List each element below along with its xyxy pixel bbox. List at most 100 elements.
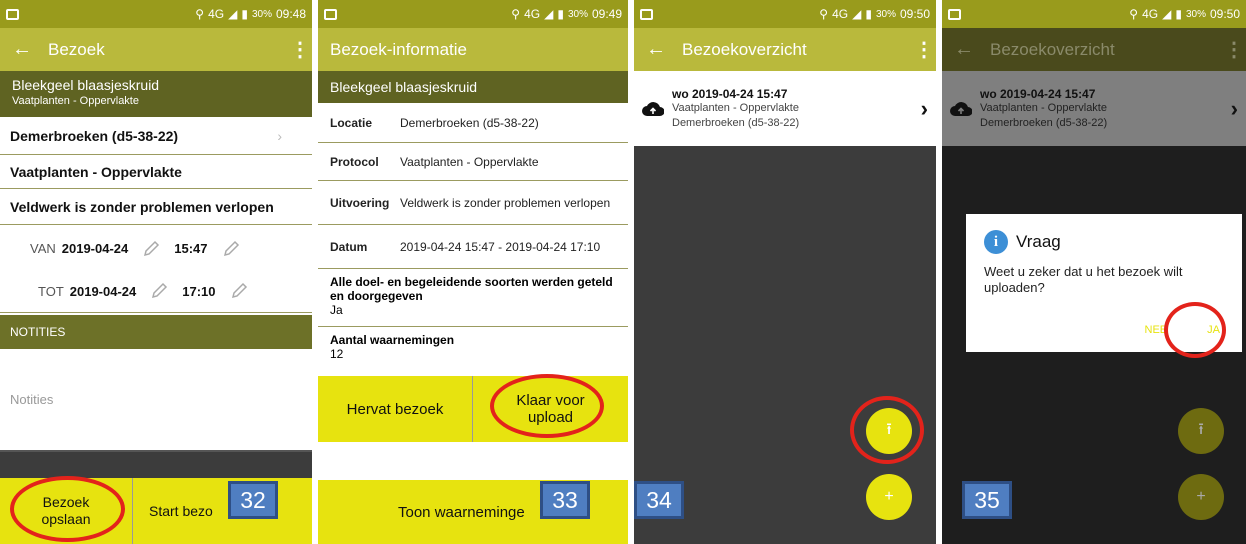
status-bar: ⚲ 4G ◢ ▮ 30% 09:49 (318, 0, 628, 28)
notification-icon (948, 8, 961, 20)
start-visit-label: Start bezo (149, 503, 213, 519)
visit-protocol: Vaatplanten - Oppervlakte (672, 101, 799, 114)
from-row: VAN 2019-04-24 15:47 (0, 227, 312, 270)
back-arrow-icon[interactable]: ← (12, 38, 32, 61)
battery-level: 30% (251, 8, 272, 20)
from-time: 15:47 (174, 241, 208, 256)
resume-visit-button[interactable]: Hervat bezoek (318, 376, 473, 442)
chevron-right-icon: › (1230, 95, 1238, 121)
info-key: Locatie (330, 115, 373, 130)
notes-header: NOTITIES (0, 315, 312, 349)
chevron-right-icon: › (277, 127, 282, 144)
to-row: TOT 2019-04-24 17:10 (0, 270, 312, 313)
battery-icon: ▮ (557, 7, 564, 21)
notes-input[interactable]: Notities (0, 349, 312, 452)
app-bar: ← Bezoekoverzicht ⋮ (634, 28, 936, 71)
page-title: Bezoekoverzicht (682, 39, 807, 59)
to-date: 2019-04-24 (69, 283, 137, 299)
info-key: Protocol (330, 154, 379, 169)
status-bar: ⚲ 4G ◢ ▮ 30% 09:50 (942, 0, 1246, 28)
clock: 09:50 (1209, 7, 1240, 21)
edit-date-pencil-icon[interactable] (150, 282, 168, 300)
to-time: 17:10 (182, 283, 216, 299)
cloud-upload-icon (642, 101, 664, 116)
network-label: 4G (1142, 7, 1159, 21)
location-icon: ⚲ (819, 7, 829, 21)
location-row[interactable]: Demerbroeken (d5-38-22) › (0, 117, 312, 155)
all-species-label: Alle doel- en begeleidende soorten werde… (330, 275, 613, 303)
plus-icon: + (884, 488, 894, 505)
plus-icon: + (1196, 488, 1206, 505)
highlight-circle (490, 374, 604, 438)
all-species-value: Ja (330, 303, 343, 317)
location-icon: ⚲ (511, 7, 521, 21)
info-row: Datum 2019-04-24 15:47 - 2019-04-24 17:1… (318, 225, 628, 269)
network-label: 4G (524, 7, 541, 21)
upload-fab: ⭱ (1178, 408, 1224, 454)
visit-location: Demerbroeken (d5-38-22) (980, 116, 1108, 129)
location-value: Demerbroeken (d5-38-22) (10, 127, 179, 144)
info-row: Uitvoering Veldwerk is zonder problemen … (318, 181, 628, 225)
cloud-upload-icon (950, 101, 972, 116)
overflow-menu-icon[interactable]: ⋮ (290, 37, 310, 62)
notification-icon (6, 8, 19, 20)
dialog-message: Weet u zeker dat u het bezoek wilt uploa… (984, 264, 1183, 295)
signal-icon: ◢ (544, 7, 554, 21)
back-arrow-icon[interactable]: ← (646, 38, 666, 61)
add-fab: + (1178, 474, 1224, 520)
species-header: Bleekgeel blaasjeskruid Vaatplanten - Op… (0, 71, 312, 117)
upload-icon: ⭱ (1198, 420, 1204, 438)
battery-level: 30% (875, 8, 896, 20)
info-key: Uitvoering (330, 195, 390, 210)
to-label: TOT (38, 283, 64, 299)
protocol-row[interactable]: Vaatplanten - Oppervlakte (0, 155, 312, 189)
battery-icon: ▮ (865, 7, 872, 21)
clock: 09:49 (591, 7, 622, 21)
step-badge: 33 (540, 481, 590, 519)
dialog-title-row: i Vraag (984, 230, 1224, 254)
dialog-title: Vraag (1016, 232, 1061, 251)
edit-date-pencil-icon[interactable] (142, 240, 160, 258)
clock: 09:48 (275, 7, 306, 21)
battery-icon: ▮ (241, 7, 248, 21)
info-value: 2019-04-24 15:47 - 2019-04-24 17:10 (400, 239, 601, 254)
notes-placeholder: Notities (10, 392, 54, 407)
location-icon: ⚲ (195, 7, 205, 21)
screen-bezoekoverzicht-dialog: ⚲ 4G ◢ ▮ 30% 09:50 ← Bezoekoverzicht ⋮ w… (942, 0, 1246, 544)
add-fab[interactable]: + (866, 474, 912, 520)
resume-visit-label: Hervat bezoek (346, 400, 444, 418)
start-visit-button[interactable]: Start bezo (133, 478, 312, 544)
show-observations-label: Toon waarneminge (398, 503, 525, 521)
observations-row: Aantal waarnemingen 12 (318, 327, 628, 369)
battery-level: 30% (1185, 8, 1206, 20)
screen-bezoek: ⚲ 4G ◢ ▮ 30% 09:48 ← Bezoek ⋮ Bleekgeel … (0, 0, 312, 544)
highlight-circle (1164, 302, 1226, 358)
status-bar: ⚲ 4G ◢ ▮ 30% 09:48 (0, 0, 312, 28)
info-row: Protocol Vaatplanten - Oppervlakte (318, 143, 628, 181)
from-label: VAN (30, 241, 56, 256)
signal-icon: ◢ (228, 7, 238, 21)
all-species-row: Alle doel- en begeleidende soorten werde… (318, 269, 628, 327)
tutorial-collage: ⚲ 4G ◢ ▮ 30% 09:48 ← Bezoek ⋮ Bleekgeel … (0, 0, 1246, 544)
edit-time-pencil-icon[interactable] (222, 240, 240, 258)
visit-list-item[interactable]: wo 2019-04-24 15:47 Vaatplanten - Opperv… (634, 71, 936, 146)
visit-date: wo 2019-04-24 15:47 (980, 86, 1096, 101)
clock: 09:50 (899, 7, 930, 21)
notification-icon (324, 8, 337, 20)
info-row: Locatie Demerbroeken (d5-38-22) (318, 103, 628, 143)
location-icon: ⚲ (1129, 7, 1139, 21)
info-value: Vaatplanten - Oppervlakte (400, 154, 539, 169)
overflow-menu-icon[interactable]: ⋮ (914, 37, 934, 62)
execution-row[interactable]: Veldwerk is zonder problemen verlopen (0, 189, 312, 225)
page-title: Bezoek (48, 39, 105, 59)
app-bar: ← Bezoek ⋮ (0, 28, 312, 71)
battery-level: 30% (567, 8, 588, 20)
observations-label: Aantal waarnemingen (330, 333, 455, 347)
back-arrow-icon: ← (954, 38, 974, 60)
signal-icon: ◢ (1162, 7, 1172, 21)
chevron-right-icon: › (920, 95, 928, 121)
info-key: Datum (330, 239, 368, 254)
species-subtitle: Vaatplanten - Oppervlakte (12, 95, 139, 107)
edit-time-pencil-icon[interactable] (230, 282, 248, 300)
app-bar: Bezoek-informatie (318, 28, 628, 71)
